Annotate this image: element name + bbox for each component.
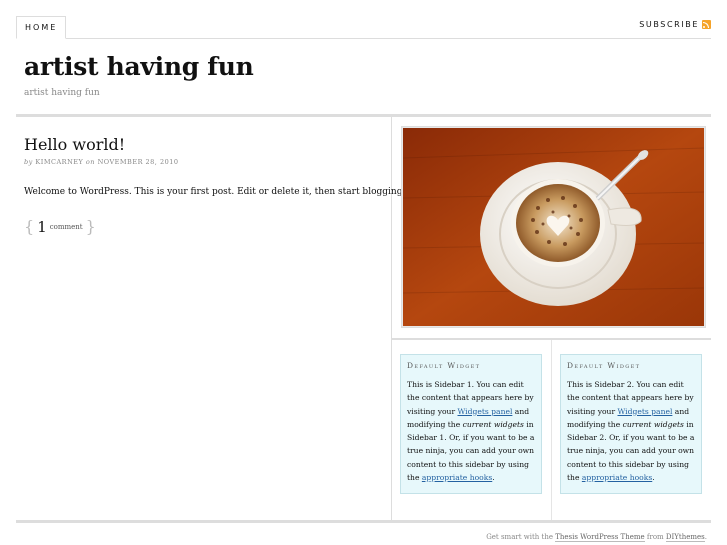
top-nav: HOME SUBSCRIBE — [16, 16, 711, 39]
comments-link[interactable]: { 1 comment } — [24, 217, 96, 236]
post-title[interactable]: Hello world! — [24, 135, 125, 154]
subscribe-label: SUBSCRIBE — [639, 20, 699, 29]
footer-credits: Get smart with the Thesis WordPress Them… — [486, 533, 707, 542]
appropriate-hooks-link[interactable]: appropriate hooks — [422, 473, 492, 482]
footer-text-part: Get smart with the — [486, 533, 556, 541]
footer-text-part: . — [704, 533, 707, 541]
widget-text-part: . — [652, 473, 655, 483]
byline-on: on — [85, 158, 95, 166]
appropriate-hooks-link[interactable]: appropriate hooks — [582, 473, 652, 482]
nav-tab-home[interactable]: HOME — [16, 16, 67, 39]
widget-text-part: . — [492, 473, 495, 483]
comment-label: comment — [49, 222, 83, 231]
footer-divider — [16, 520, 711, 523]
main-content: Hello world! by KIMCARNEY on NOVEMBER 28… — [16, 117, 406, 520]
byline-by: by — [24, 158, 33, 166]
widgets-panel-link[interactable]: Widgets panel — [618, 407, 673, 416]
page: HOME SUBSCRIBE artist having fun artist … — [16, 0, 711, 545]
post-body: Welcome to WordPress. This is your first… — [24, 187, 407, 197]
subscribe-link[interactable]: SUBSCRIBE — [639, 20, 711, 29]
sidebar-column-divider — [551, 340, 552, 520]
sidebar-2-widget: Default Widget This is Sidebar 2. You ca… — [560, 354, 702, 494]
post-byline: by KIMCARNEY on NOVEMBER 28, 2010 — [24, 158, 179, 166]
widget-text: This is Sidebar 2. You can edit the cont… — [567, 378, 695, 484]
rss-icon — [702, 20, 711, 29]
widget-text: This is Sidebar 1. You can edit the cont… — [407, 378, 535, 484]
comment-brace-open: { — [24, 217, 35, 236]
post-author-link[interactable]: KIMCARNEY — [35, 158, 83, 166]
site-tagline: artist having fun — [24, 88, 100, 98]
thesis-theme-link[interactable]: Thesis WordPress Theme — [555, 533, 645, 542]
featured-image-coffee-cup — [401, 126, 706, 328]
site-title[interactable]: artist having fun — [24, 52, 254, 81]
diythemes-link[interactable]: DIYthemes — [665, 533, 705, 542]
sidebar-1-widget: Default Widget This is Sidebar 1. You ca… — [400, 354, 542, 494]
coffee-cup-photo — [403, 128, 704, 326]
widget-title: Default Widget — [567, 361, 641, 370]
widgets-panel-link[interactable]: Widgets panel — [458, 407, 513, 416]
comment-brace-close: } — [85, 217, 96, 236]
widget-text-emphasis: current widgets — [462, 419, 524, 429]
post-date: NOVEMBER 28, 2010 — [97, 158, 179, 166]
widget-text-emphasis: current widgets — [622, 419, 684, 429]
comment-count: 1 — [37, 217, 47, 236]
footer-text-part: from — [644, 533, 666, 541]
widget-title: Default Widget — [407, 361, 481, 370]
sidebar-area: Default Widget This is Sidebar 1. You ca… — [392, 117, 711, 520]
